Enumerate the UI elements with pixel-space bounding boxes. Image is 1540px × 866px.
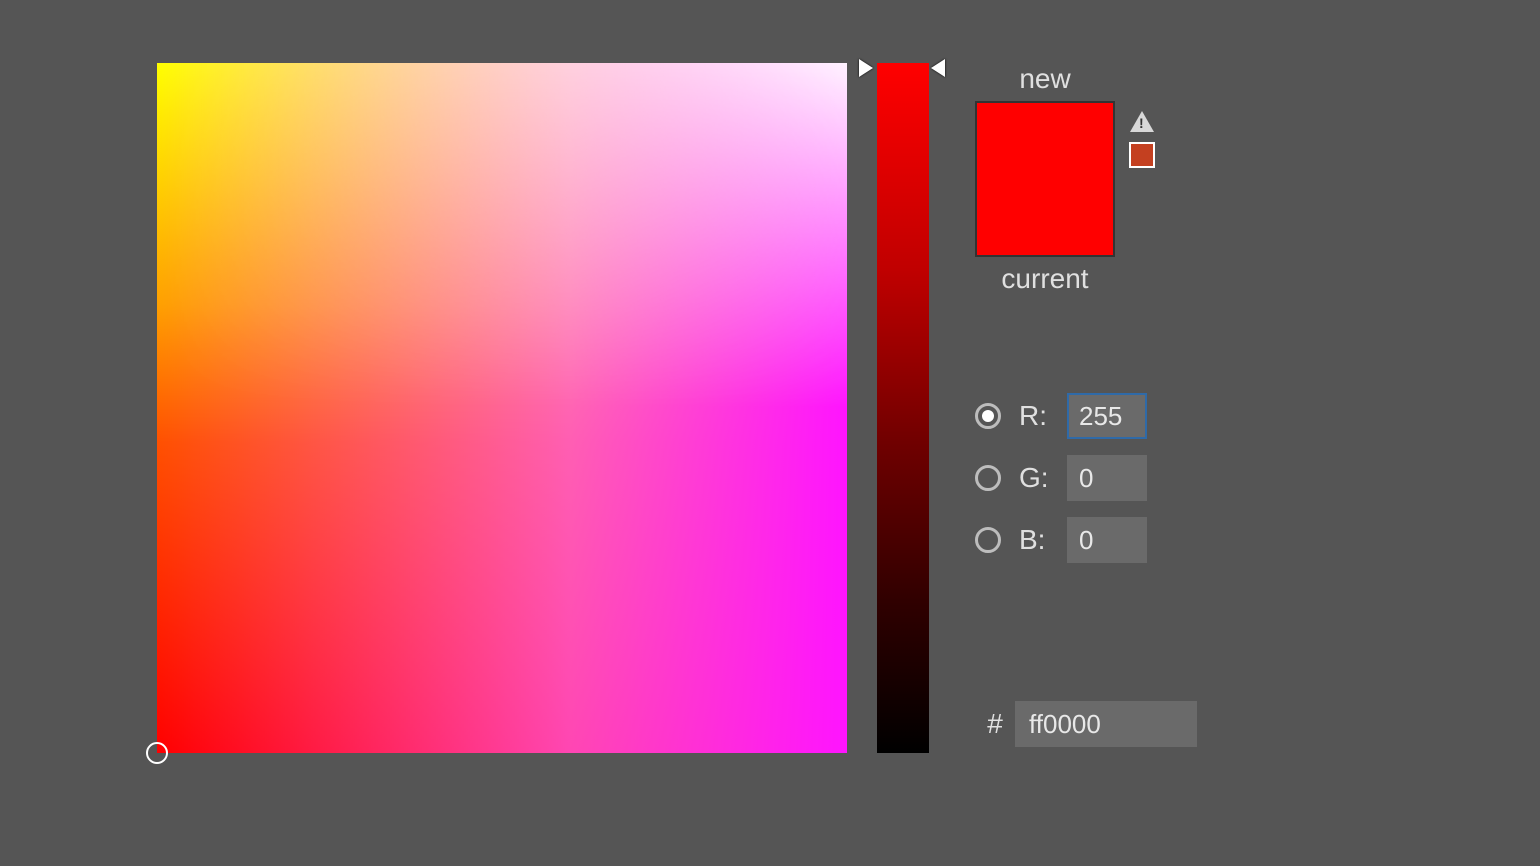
color-picker-dialog: new current R: G: [157,63,1197,753]
hex-hash-label: # [975,708,1015,740]
current-label: current [1001,263,1088,295]
r-input[interactable] [1067,393,1147,439]
r-label: R: [1019,400,1067,432]
color-swatch-pair [975,101,1115,257]
gamut-warning-icon[interactable] [1130,111,1154,132]
color-field[interactable] [157,63,847,753]
new-label: new [1019,63,1070,95]
g-input[interactable] [1067,455,1147,501]
b-input[interactable] [1067,517,1147,563]
hex-input[interactable] [1015,701,1197,747]
color-field-light [157,63,847,753]
websafe-swatch[interactable] [1129,142,1155,168]
channel-radio-b[interactable] [975,527,1001,553]
b-label: B: [1019,524,1067,556]
new-color-swatch[interactable] [977,103,1113,179]
hue-slider[interactable] [847,63,945,753]
current-color-swatch[interactable] [977,179,1113,255]
channel-radio-r[interactable] [975,403,1001,429]
color-readout-panel: new current R: G: [975,63,1197,747]
hue-slider-handle-right-icon [931,59,945,77]
g-label: G: [1019,462,1067,494]
hue-slider-track [877,63,929,753]
hue-slider-handle-left-icon [859,59,873,77]
channel-radio-g[interactable] [975,465,1001,491]
